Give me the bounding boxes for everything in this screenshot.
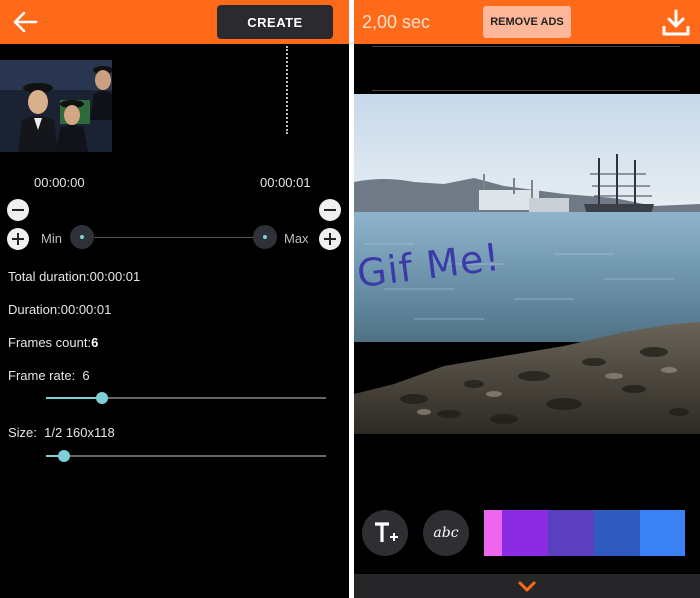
color-swatch[interactable] bbox=[502, 510, 548, 556]
gif-duration: 2,00 sec bbox=[362, 12, 431, 32]
frame-strip[interactable] bbox=[354, 46, 700, 92]
font-style-icon: abc bbox=[433, 525, 459, 541]
color-swatch[interactable] bbox=[484, 510, 502, 556]
max-decrease-button[interactable] bbox=[319, 199, 341, 221]
back-button[interactable] bbox=[10, 8, 40, 36]
frame-rate-value: 6 bbox=[82, 368, 90, 383]
gif-preview[interactable]: Gif Me! bbox=[354, 94, 700, 434]
frame-rate: Frame rate: 6 bbox=[8, 368, 90, 383]
color-palette bbox=[484, 510, 685, 556]
min-decrease-button[interactable] bbox=[7, 199, 29, 221]
edit-screen: 2,00 sec REMOVE ADS Gif Me! abc bbox=[354, 0, 700, 598]
frames-count: Frames count:6 bbox=[8, 335, 98, 350]
arrow-left-icon bbox=[13, 11, 38, 33]
frames-count-value: 6 bbox=[91, 335, 99, 350]
color-swatch[interactable] bbox=[640, 510, 685, 556]
text-add-icon bbox=[375, 522, 398, 542]
remove-ads-button[interactable]: REMOVE ADS bbox=[483, 6, 571, 38]
expand-button[interactable] bbox=[517, 578, 537, 594]
frame-rate-slider[interactable] bbox=[46, 391, 326, 405]
chevron-down-icon bbox=[518, 581, 536, 592]
timeline-cursor[interactable] bbox=[286, 46, 288, 134]
frames-count-label: Frames count: bbox=[8, 335, 92, 350]
duration: Duration:00:00:01 bbox=[8, 302, 112, 317]
size-label: Size: bbox=[8, 425, 37, 440]
add-text-button[interactable] bbox=[362, 510, 408, 556]
min-label: Min bbox=[41, 231, 62, 246]
download-icon bbox=[662, 9, 690, 36]
minus-icon bbox=[324, 209, 336, 212]
range-min-handle[interactable] bbox=[70, 225, 94, 249]
create-button[interactable]: CREATE bbox=[217, 5, 333, 39]
left-top-bar: CREATE bbox=[0, 0, 349, 44]
size-value: 1/2 160x118 bbox=[44, 425, 115, 440]
range-track bbox=[82, 237, 266, 238]
trim-screen: CREATE 00:00:00 00:00:01 Min Max Total d… bbox=[0, 0, 349, 598]
minus-icon bbox=[12, 209, 24, 212]
size-slider-thumb[interactable] bbox=[58, 450, 71, 462]
right-top-bar: 2,00 sec REMOVE ADS bbox=[354, 0, 700, 44]
total-duration: Total duration:00:00:01 bbox=[8, 269, 141, 284]
max-label: Max bbox=[284, 231, 309, 246]
color-swatch[interactable] bbox=[594, 510, 640, 556]
download-button[interactable] bbox=[660, 8, 692, 38]
start-time: 00:00:00 bbox=[34, 175, 85, 190]
min-increase-button[interactable] bbox=[7, 228, 29, 250]
frame-rate-label: Frame rate: bbox=[8, 368, 76, 383]
size: Size: 1/2 160x118 bbox=[8, 425, 115, 440]
size-slider[interactable] bbox=[46, 449, 326, 463]
font-style-button[interactable]: abc bbox=[423, 510, 469, 556]
range-max-handle[interactable] bbox=[253, 225, 277, 249]
end-time: 00:00:01 bbox=[260, 175, 311, 190]
color-swatch[interactable] bbox=[548, 510, 594, 556]
video-thumbnail bbox=[0, 60, 112, 152]
max-increase-button[interactable] bbox=[319, 228, 341, 250]
frame-rate-slider-thumb[interactable] bbox=[96, 392, 108, 404]
